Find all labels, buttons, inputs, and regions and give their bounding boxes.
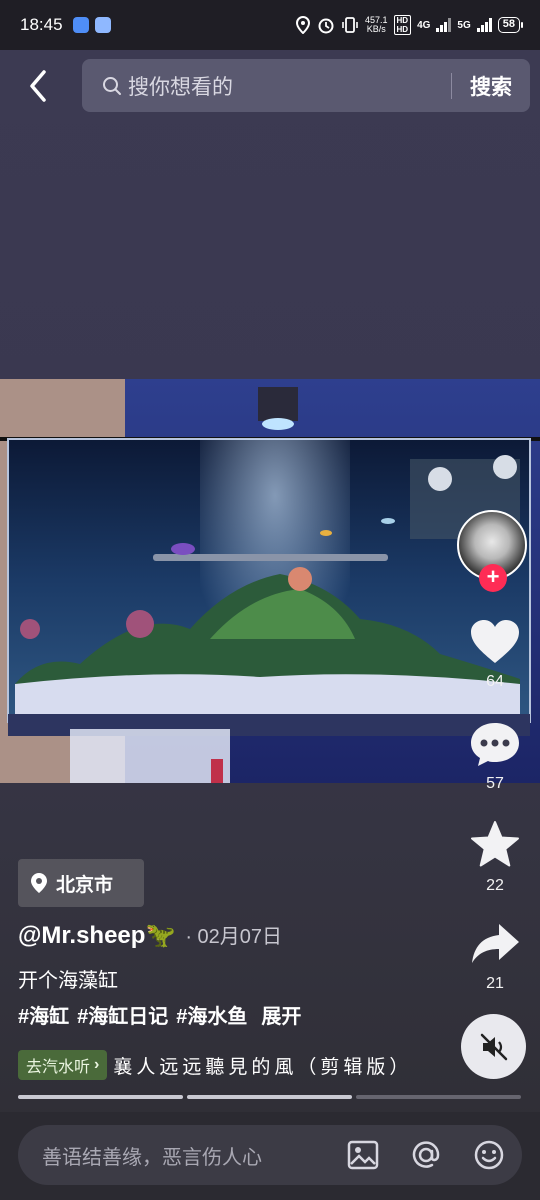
comment-input[interactable]: 善语结善缘，恶言伤人心 [18,1125,522,1185]
location-pin-icon [31,873,47,893]
search-box[interactable]: 搜你想看的 搜索 [82,59,530,112]
location-chip[interactable]: 北京市 [18,859,144,907]
music-title: 襄人远远聽見的風（剪辑版） [113,1056,404,1078]
progress-segment-3 [356,1095,521,1099]
chevron-left-icon [30,70,46,102]
comment-placeholder[interactable]: 善语结善缘，恶言伤人心 [42,1141,346,1170]
music-app-pill[interactable]: 去汽水听 › [18,1050,108,1080]
location-icon [295,16,310,34]
hashtag-list: #海缸 #海缸日记 #海水鱼 展开 [18,1000,301,1029]
hd-label: HD [396,16,409,25]
author-avatar[interactable]: + [457,510,529,592]
post-caption: 开个海藻缸 [18,970,118,992]
expand-button[interactable]: 展开 [261,1000,301,1029]
status-bar: 18:45 457.1 KB/s HD HD 4G 5G 58 [0,0,540,50]
share-count: 21 [486,975,504,992]
chevron-right-icon: › [94,1056,100,1073]
image-icon[interactable] [346,1138,380,1172]
hd-badge: HD HD [393,15,412,35]
status-time: 18:45 [20,15,63,34]
signal-icon-2 [476,18,492,32]
app-notification-icon [72,17,89,33]
comment-count: 57 [486,775,504,792]
signal-icon [436,18,452,32]
progress-segment-1 [18,1095,183,1099]
hd-label-2: HD [396,25,409,34]
speaker-muted-icon [480,1033,507,1060]
battery-icon: 58 [497,17,524,33]
music-row[interactable]: 去汽水听 › 襄人远远聽見的風（剪辑版） [18,1050,403,1080]
emoji-icon[interactable] [472,1138,506,1172]
progress-segment-2 [187,1095,352,1099]
post-date: · 02月07日 [185,926,283,948]
follow-button[interactable]: + [479,564,507,592]
hashtag[interactable]: #海水鱼 [176,1000,247,1029]
favorite-button[interactable]: 22 [460,820,530,895]
comment-bubble-icon [471,723,519,766]
vibrate-icon [342,17,358,33]
hashtag[interactable]: #海缸日记 [77,1000,168,1029]
music-app-label: 去汽水听 [26,1059,91,1076]
location-label: 北京市 [56,874,114,896]
author-line: @Mr.sheep🦖 · 02月07日 [18,920,282,950]
favorite-count: 22 [486,877,504,894]
like-count: 64 [486,673,504,690]
at-mention-icon[interactable] [409,1138,443,1172]
network-4g: 4G [417,19,431,31]
star-icon [471,821,519,867]
net-speed-unit: KB/s [366,24,386,34]
net-speed: 457.1 KB/s [365,16,388,34]
heart-icon [471,620,519,663]
search-input[interactable]: 搜你想看的 [128,71,451,101]
search-icon [103,76,121,95]
network-5g: 5G [457,19,471,31]
author-name[interactable]: @Mr.sheep🦖 [18,921,175,950]
alarm-icon [318,18,334,34]
share-button[interactable]: 21 [460,920,530,993]
comment-button[interactable]: 57 [460,720,530,793]
mute-button[interactable] [461,1014,526,1079]
app-notification-icon [94,17,111,33]
status-icons: 457.1 KB/s HD HD 4G 5G 58 [295,15,524,35]
back-button[interactable] [24,66,54,106]
search-button[interactable]: 搜索 [452,71,530,101]
share-arrow-icon [472,924,519,963]
hashtag[interactable]: #海缸 [18,1000,69,1029]
like-button[interactable]: 64 [460,618,530,691]
